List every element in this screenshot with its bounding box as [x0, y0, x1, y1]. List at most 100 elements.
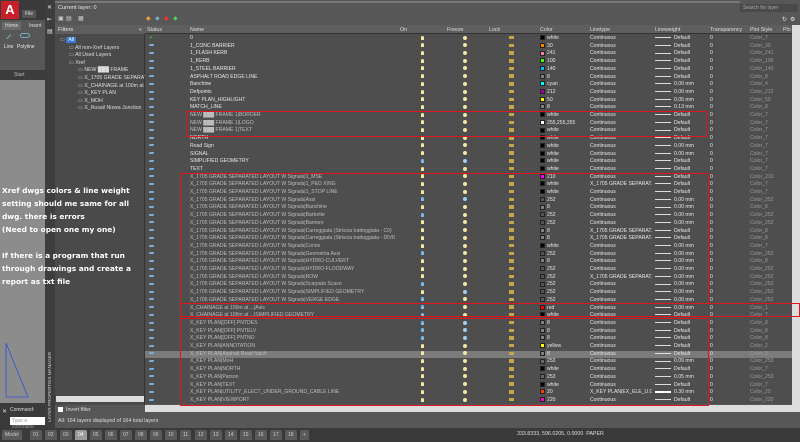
lineweight-cell[interactable]: 0.00 mm	[655, 151, 694, 159]
linetype-cell[interactable]: Continuous	[590, 251, 652, 259]
new-layer-icon[interactable]: ◆	[146, 15, 151, 22]
color-cell[interactable]: white	[540, 112, 559, 120]
bulb-off-icon[interactable]	[421, 335, 424, 343]
bulb-on-icon[interactable]	[421, 220, 424, 228]
color-cell[interactable]: 210	[540, 174, 556, 182]
bulb-on-icon[interactable]	[421, 374, 424, 382]
layer-name[interactable]: X_KEY PLAN|MoH	[190, 358, 395, 366]
unlock-icon[interactable]	[509, 312, 514, 320]
layer-name[interactable]: X_KEY PLAN|UTILITY_ELECT_UNDER_GROUND_CA…	[190, 389, 395, 397]
column-header[interactable]: Lock	[489, 27, 500, 33]
filter-item[interactable]: ▭ All	[60, 37, 77, 43]
sun-icon[interactable]	[463, 228, 467, 236]
filter-item[interactable]: ▭ X_1705 GRADE SEPARAT	[78, 75, 147, 81]
lineweight-cell[interactable]: Default	[655, 189, 690, 197]
color-cell[interactable]: 252	[540, 274, 556, 282]
new-property-filter-icon[interactable]: ▣	[58, 15, 64, 22]
color-cell[interactable]: white	[540, 135, 559, 143]
unlock-icon[interactable]	[509, 89, 514, 97]
linetype-cell[interactable]: Continuous	[590, 189, 652, 197]
bulb-on-icon[interactable]	[421, 120, 424, 128]
snowflake-icon[interactable]	[463, 328, 467, 336]
layer-row[interactable]: X_CHAINAGE at 100m at ...|SIMPLIFIED GEO…	[145, 312, 792, 320]
color-cell[interactable]: 8	[540, 335, 550, 343]
lineweight-cell[interactable]: 0.00 mm	[655, 297, 694, 305]
column-header[interactable]: Freeze	[447, 27, 464, 33]
color-cell[interactable]: white	[540, 181, 559, 189]
layer-name[interactable]: Banchine	[190, 81, 395, 89]
transparency-cell[interactable]: 0	[710, 281, 713, 289]
bulb-off-icon[interactable]	[421, 312, 424, 320]
lineweight-cell[interactable]: 0.00 mm	[655, 281, 694, 289]
lineweight-cell[interactable]: Default	[655, 127, 690, 135]
unlock-icon[interactable]	[509, 320, 514, 328]
close-icon[interactable]: ✕	[2, 408, 7, 415]
lineweight-cell[interactable]: Default	[655, 181, 690, 189]
bulb-off-icon[interactable]	[421, 328, 424, 336]
unlock-icon[interactable]	[509, 243, 514, 251]
linetype-cell[interactable]: Continuous	[590, 166, 652, 174]
sun-icon[interactable]	[463, 358, 467, 366]
transparency-cell[interactable]: 0	[710, 297, 713, 305]
layer-name[interactable]: 1_CONC BARRIER	[190, 43, 395, 51]
layer-name[interactable]: X_1705 GRADE SEPARATED LAYOUT W Signals|…	[190, 251, 395, 259]
lineweight-cell[interactable]: Default	[655, 328, 690, 336]
search-layer-input[interactable]: Search for layer	[740, 4, 798, 12]
layer-row[interactable]: NORTH white Continuous Default 0 Color_7	[145, 135, 792, 143]
linetype-cell[interactable]: X_1705 GRADE SEPARAT...	[590, 274, 652, 282]
lineweight-cell[interactable]: 0.00 mm	[655, 204, 694, 212]
linetype-cell[interactable]: Continuous	[590, 112, 652, 120]
filter-item[interactable]: ▭ X_MOH	[78, 98, 103, 104]
transparency-cell[interactable]: 0	[710, 50, 713, 58]
color-cell[interactable]: white	[540, 158, 559, 166]
linetype-cell[interactable]: X_1705 GRADE SEPARAT...	[590, 235, 652, 243]
unlock-icon[interactable]	[509, 151, 514, 159]
lineweight-cell[interactable]: 0.00 mm	[655, 289, 694, 297]
sun-icon[interactable]	[463, 258, 467, 266]
layout-tab[interactable]: 14	[225, 430, 237, 440]
layer-row[interactable]: X_1705 GRADE SEPARATED LAYOUT W Signals|…	[145, 189, 792, 197]
layer-name[interactable]: NEW ███ FRAME 1|BORDER	[190, 112, 395, 120]
pin-icon[interactable]: ⇤	[47, 16, 52, 23]
sun-icon[interactable]	[463, 174, 467, 182]
color-cell[interactable]: 100	[540, 58, 556, 66]
sun-icon[interactable]	[463, 374, 467, 382]
transparency-cell[interactable]: 0	[710, 366, 713, 374]
lineweight-cell[interactable]: 0.00 mm	[655, 197, 694, 205]
bulb-on-icon[interactable]	[421, 50, 424, 58]
command-input[interactable]: Type a command	[10, 417, 45, 430]
transparency-cell[interactable]: 0	[710, 181, 713, 189]
lineweight-cell[interactable]: 0.00 mm	[655, 81, 694, 89]
unlock-icon[interactable]	[509, 127, 514, 135]
linetype-cell[interactable]: Continuous	[590, 204, 652, 212]
transparency-cell[interactable]: 0	[710, 343, 713, 351]
unlock-icon[interactable]	[509, 50, 514, 58]
file-menu[interactable]: File	[22, 10, 37, 18]
lineweight-cell[interactable]: Default	[655, 43, 690, 51]
color-cell[interactable]: white	[540, 35, 559, 43]
unlock-icon[interactable]	[509, 366, 514, 374]
sun-icon[interactable]	[463, 112, 467, 120]
filter-item[interactable]: ▭ X_CHAINAGE at 100m at	[78, 83, 144, 89]
polyline-tool[interactable]: Polyline	[17, 44, 35, 50]
lineweight-cell[interactable]: Default	[655, 366, 690, 374]
color-cell[interactable]: 20	[540, 389, 553, 397]
layer-row[interactable]: X_KEY PLAN|[OFF] PNTELV 8 Continuous Defaul…	[145, 328, 792, 336]
sun-icon[interactable]	[463, 58, 467, 66]
layer-row[interactable]: X_1705 GRADE SEPARATED LAYOUT W Signals|…	[145, 212, 792, 220]
sun-icon[interactable]	[463, 251, 467, 259]
sun-icon[interactable]	[463, 235, 467, 243]
linetype-cell[interactable]: Continuous	[590, 366, 652, 374]
layer-name[interactable]: X_1705 GRADE SEPARATED LAYOUT W Signals|…	[190, 266, 395, 274]
bulb-on-icon[interactable]	[421, 174, 424, 182]
layer-name[interactable]: X_1705 GRADE SEPARATED LAYOUT W Signals|…	[190, 220, 395, 228]
layout-tab[interactable]: 05	[90, 430, 102, 440]
snowflake-icon[interactable]	[463, 335, 467, 343]
bulb-on-icon[interactable]	[421, 289, 424, 297]
linetype-cell[interactable]: X_1705 GRADE SEPARAT...	[590, 181, 652, 189]
sun-icon[interactable]	[463, 397, 467, 404]
layer-row[interactable]: Banchine cyan Continuous 0.00 mm 0 Color_4	[145, 81, 792, 89]
color-cell[interactable]: 8	[540, 351, 550, 359]
filter-item[interactable]: ▭ All Used Layers	[69, 52, 111, 58]
lineweight-cell[interactable]: Default	[655, 343, 690, 351]
